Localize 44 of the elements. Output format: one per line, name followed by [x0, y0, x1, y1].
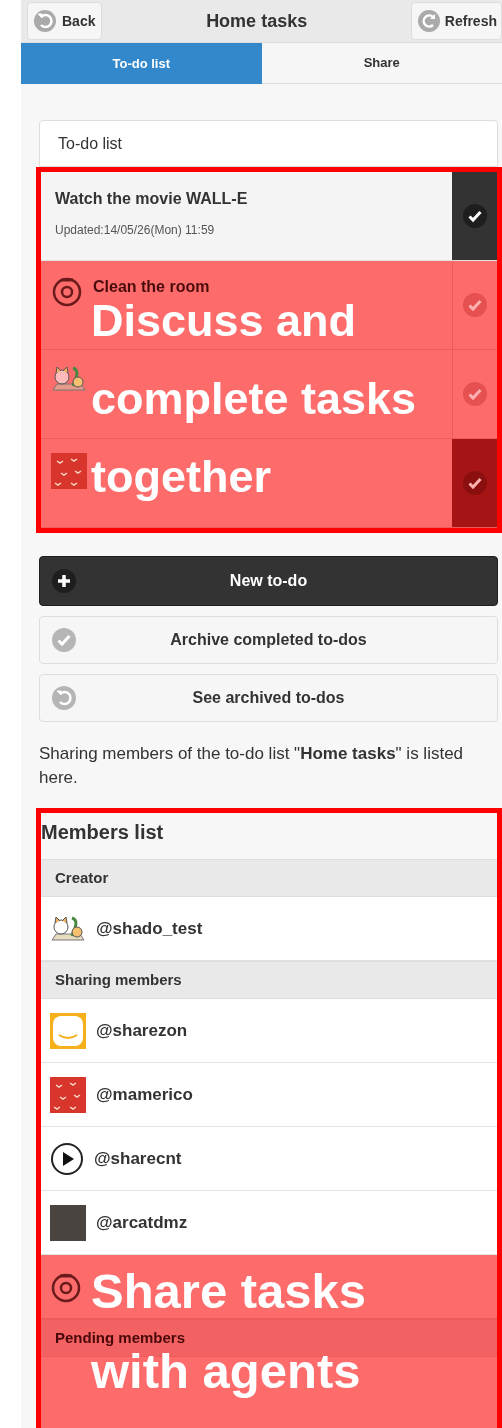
check-icon	[463, 293, 487, 317]
list-title: To-do list	[39, 120, 498, 167]
updated-text: Updated:14/05/26(Mon) 11:59	[55, 222, 216, 239]
action-button[interactable]: Archive completed to-dos	[39, 616, 498, 664]
section-header: Pending members	[55, 1327, 186, 1348]
check-icon	[462, 204, 487, 228]
caption-text: Share tasks	[91, 1265, 367, 1317]
cats-avatar-icon	[51, 364, 87, 394]
todo-title[interactable]: Clean the room	[93, 275, 210, 299]
member-handle[interactable]: @arcatdmz	[96, 1209, 188, 1236]
caption-text: with agents	[91, 1345, 361, 1397]
sharing-note: Sharing members of the to-do list "Home tasks" is listed here.	[39, 743, 465, 789]
member-handle[interactable]: @sharezon	[96, 1017, 188, 1044]
caption-text: together	[91, 452, 271, 502]
play-circle-avatar-icon	[50, 1141, 84, 1176]
member-handle[interactable]: @sharecnt	[94, 1145, 182, 1172]
cats-avatar-icon	[50, 913, 86, 944]
page-title: Home tasks	[206, 9, 308, 33]
plus-icon	[52, 569, 76, 593]
action-button[interactable]: See archived to-dos	[39, 674, 498, 722]
smiley-avatar-icon	[50, 1012, 86, 1049]
action-button[interactable]: New to-do	[39, 556, 498, 606]
check-icon	[52, 628, 76, 652]
back-button[interactable]: Back	[27, 2, 103, 41]
member-handle[interactable]: @mamerico	[96, 1081, 193, 1108]
caption-text: complete tasks	[91, 374, 417, 424]
undo-icon	[52, 686, 76, 710]
todo-title[interactable]: Watch the movie WALL-E	[55, 187, 248, 211]
complete-toggle[interactable]	[452, 172, 497, 260]
complete-toggle[interactable]	[452, 439, 497, 527]
ring-avatar-icon	[51, 275, 83, 307]
caption-text: Discuss and	[91, 296, 357, 346]
check-icon	[462, 471, 487, 495]
photo-placeholder	[50, 1204, 86, 1241]
members-title: Members list	[41, 820, 165, 845]
refresh-icon	[417, 10, 440, 33]
tab[interactable]: To-do list	[21, 43, 262, 84]
member-handle[interactable]: @shado_test	[96, 915, 203, 942]
refresh-button[interactable]: Refresh	[410, 2, 502, 41]
patterned-avatar-icon	[51, 453, 87, 489]
patterned-avatar-icon	[50, 1076, 86, 1113]
section-header: Creator	[55, 867, 109, 888]
check-icon	[463, 382, 487, 406]
section-header: Sharing members	[55, 969, 182, 990]
